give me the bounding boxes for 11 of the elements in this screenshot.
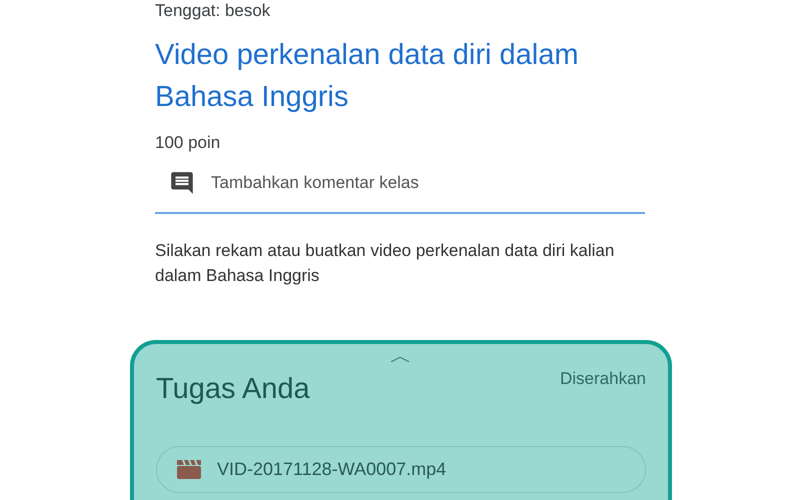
due-date: Tenggat: besok bbox=[155, 2, 270, 20]
drag-handle[interactable]: ︿ bbox=[390, 344, 412, 368]
attachment-chip[interactable]: VID-20171128-WA0007.mp4 bbox=[156, 446, 646, 492]
points: 100 poin bbox=[155, 132, 220, 154]
submission-status: Diserahkan bbox=[560, 368, 646, 390]
panel-title: Tugas Anda bbox=[156, 372, 310, 407]
assignment-title: Video perkenalan data diri dalam Bahasa Inggris bbox=[155, 38, 580, 115]
description: Silakan rekam atau buatkan video perkenalan data diri kalian dalam Bahasa Inggris bbox=[155, 240, 616, 287]
comment-icon bbox=[169, 170, 195, 196]
comment-field[interactable]: Tambahkan komentar kelas bbox=[155, 156, 645, 214]
film-icon bbox=[177, 459, 201, 479]
